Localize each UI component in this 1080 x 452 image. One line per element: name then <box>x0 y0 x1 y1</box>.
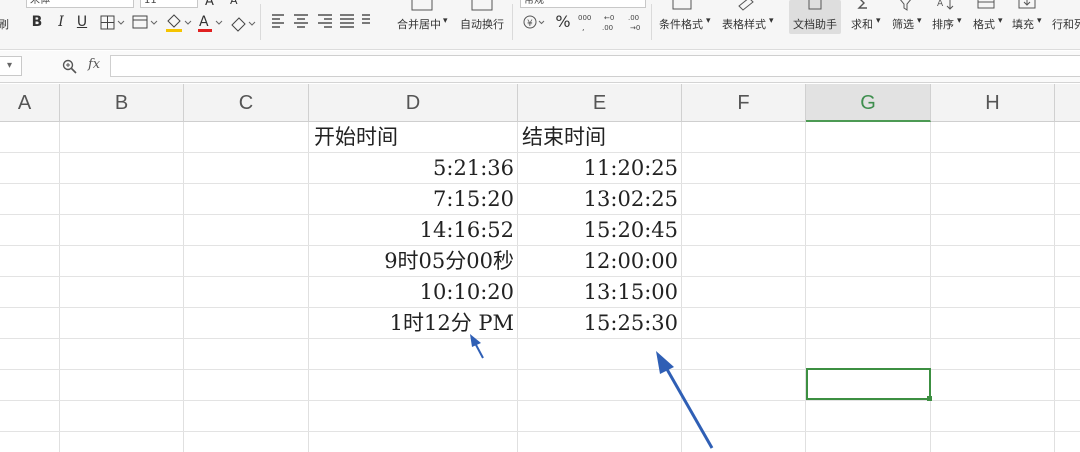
annotation-arrow <box>656 351 714 449</box>
annotation-arrow <box>470 334 484 359</box>
annotation-overlay <box>470 334 714 449</box>
